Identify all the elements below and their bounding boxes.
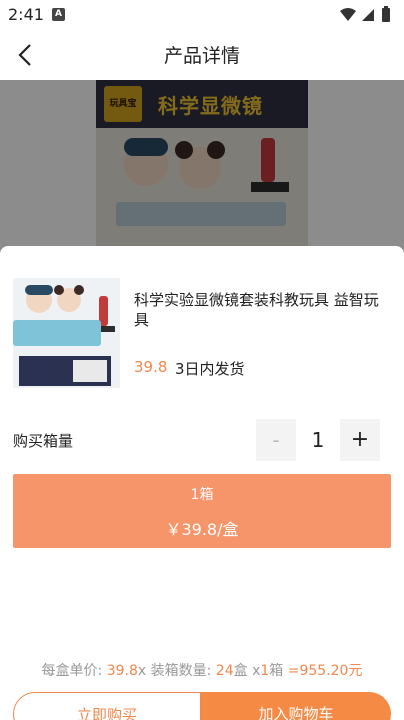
pack-option-name: 1箱	[190, 487, 214, 503]
status-icons	[340, 6, 390, 22]
signal-icon	[362, 9, 374, 21]
battery-icon	[382, 8, 390, 22]
unit-price-value: 39.8	[106, 663, 138, 679]
status-bar: 2:41 A	[0, 0, 404, 30]
increase-button[interactable]: +	[340, 419, 380, 461]
case-unit: 箱	[269, 663, 284, 679]
box-count-label: 装箱数量:	[150, 663, 212, 679]
box-unit: 盒	[233, 663, 248, 679]
thumbnail-image	[13, 285, 115, 386]
times-sign: x	[137, 663, 147, 679]
product-thumbnail	[13, 278, 120, 388]
status-time: 2:41	[8, 5, 44, 24]
page-title: 产品详情	[163, 45, 240, 67]
page-header: 产品详情	[0, 30, 404, 80]
decrease-button[interactable]: -	[256, 419, 296, 461]
pack-option-price: ￥39.8/盒	[165, 520, 239, 539]
quantity-label: 购买箱量	[13, 432, 74, 450]
wifi-icon	[340, 8, 356, 21]
unit-price-label: 每盒单价:	[41, 663, 103, 679]
case-count-value: 1	[260, 663, 270, 679]
product-name: 科学实验显微镜套装科教玩具 益智玩具	[134, 291, 379, 329]
buy-now-button[interactable]: 立即购买	[13, 692, 201, 720]
quantity-stepper: - 1 +	[256, 419, 380, 461]
quantity-value[interactable]: 1	[296, 419, 340, 461]
box-count-value: 24	[215, 663, 234, 679]
product-price: 39.8	[134, 358, 168, 376]
shipping-time: 3日内发货	[175, 360, 245, 378]
notification-a-icon: A	[52, 8, 65, 21]
pack-option-card[interactable]: 1箱 ￥39.8/盒	[13, 474, 391, 548]
add-to-cart-button[interactable]: 加入购物车	[201, 692, 391, 720]
price-summary: 每盒单价: 39.8x 装箱数量: 24盒 x1箱 =955.20元	[0, 660, 404, 680]
total-price: =955.20元	[287, 663, 363, 679]
